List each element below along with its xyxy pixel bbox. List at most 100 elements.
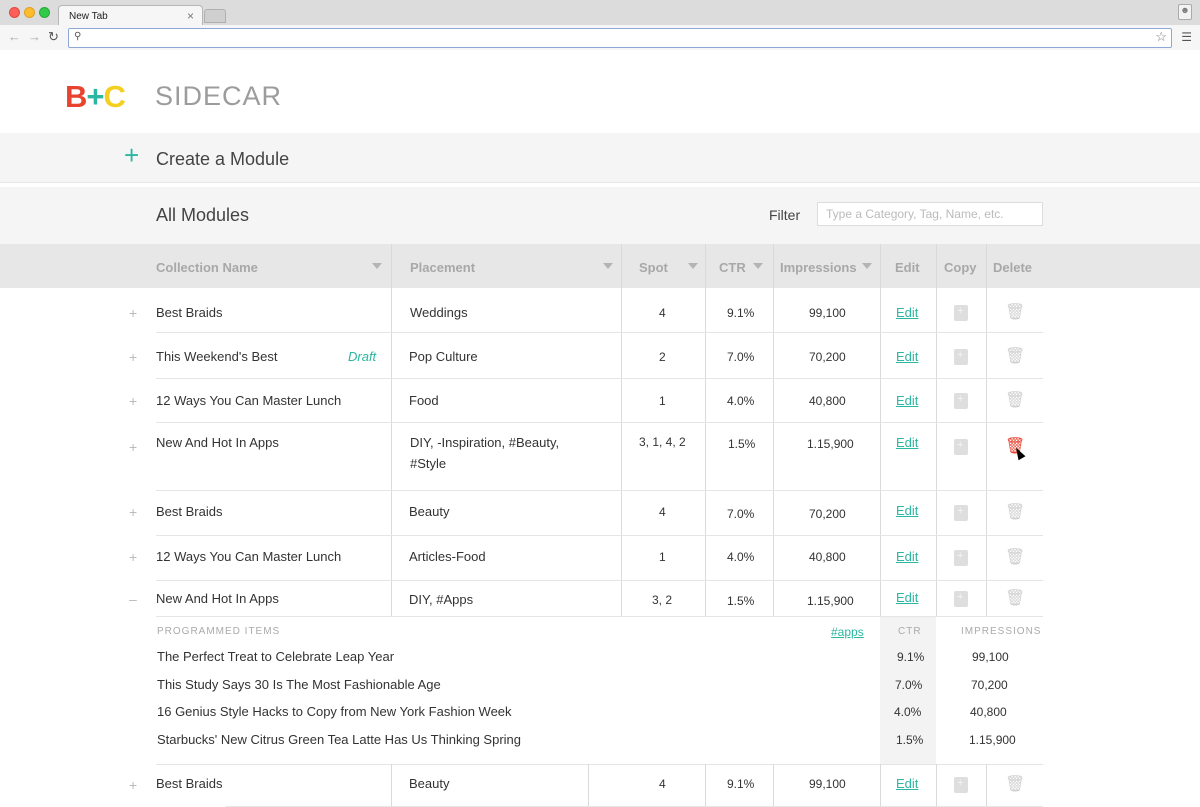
plus-icon[interactable]: + <box>124 140 139 171</box>
col-collection-name[interactable]: Collection Name <box>156 260 258 275</box>
col-delete: Delete <box>993 260 1033 275</box>
sort-caret-icon[interactable] <box>688 263 698 269</box>
browser-chrome: New Tab × ☻ ← → ↻ ⚲ ☆ ☰ <box>0 0 1200 50</box>
column-divider <box>621 244 622 617</box>
expand-icon[interactable]: + <box>129 549 137 565</box>
copy-icon[interactable] <box>954 777 968 793</box>
spot: 3, 2 <box>652 593 673 607</box>
new-tab-button[interactable] <box>204 9 226 23</box>
placement: Food <box>409 393 439 408</box>
expand-icon[interactable]: + <box>129 504 137 520</box>
minimize-window-button[interactable] <box>24 7 35 18</box>
programmed-item-title[interactable]: This Study Says 30 Is The Most Fashionab… <box>157 677 441 692</box>
spot: 4 <box>659 306 666 320</box>
impressions: 40,800 <box>809 550 846 564</box>
reload-icon[interactable]: ↻ <box>48 29 59 45</box>
row-divider <box>156 535 1043 536</box>
impressions: 99,100 <box>809 306 846 320</box>
ctr: 9.1% <box>727 777 755 791</box>
forward-arrow-icon[interactable]: → <box>28 29 41 44</box>
ctr: 7.0% <box>727 507 755 521</box>
back-arrow-icon[interactable]: ← <box>8 29 21 44</box>
programmed-item-impressions: 1.15,900 <box>969 733 1016 747</box>
programmed-item-impressions: 99,100 <box>972 650 1009 664</box>
sort-caret-icon[interactable] <box>603 263 613 269</box>
edit-link[interactable]: Edit <box>896 435 918 450</box>
sort-caret-icon[interactable] <box>862 263 872 269</box>
spot: 4 <box>659 505 666 519</box>
bookmark-star-icon[interactable]: ☆ <box>1155 29 1167 45</box>
col-ctr[interactable]: CTR <box>719 260 746 275</box>
spot: 4 <box>659 777 666 791</box>
menu-icon[interactable]: ☰ <box>1181 30 1192 44</box>
sort-caret-icon[interactable] <box>372 263 382 269</box>
edit-link[interactable]: Edit <box>896 393 918 408</box>
expand-icon[interactable]: + <box>129 305 137 321</box>
column-divider <box>773 764 774 807</box>
browser-tab[interactable]: New Tab × <box>58 5 203 26</box>
copy-icon[interactable] <box>954 505 968 521</box>
collection-name: This Weekend's Best <box>156 349 278 364</box>
placement-line-2: #Style <box>410 456 447 471</box>
column-divider <box>986 764 987 807</box>
expand-icon[interactable]: + <box>129 349 137 365</box>
brand-name: SIDECAR <box>155 81 283 111</box>
programmed-item-ctr: 1.5% <box>896 733 924 747</box>
row-divider <box>156 332 1043 333</box>
row-divider <box>156 764 1043 765</box>
edit-link[interactable]: Edit <box>896 305 918 320</box>
trash-icon[interactable]: 🗑 <box>1005 346 1025 366</box>
copy-icon[interactable] <box>954 591 968 607</box>
trash-icon[interactable]: 🗑 <box>1005 390 1025 410</box>
edit-link[interactable]: Edit <box>896 590 918 605</box>
col-placement[interactable]: Placement <box>410 260 475 275</box>
copy-icon[interactable] <box>954 550 968 566</box>
col-edit: Edit <box>895 260 920 275</box>
ctr: 9.1% <box>727 306 755 320</box>
edit-link[interactable]: Edit <box>896 503 918 518</box>
sort-caret-icon[interactable] <box>753 263 763 269</box>
column-divider <box>773 244 774 617</box>
trash-icon[interactable]: 🗑 <box>1005 502 1025 522</box>
impressions: 1.15,900 <box>807 437 854 451</box>
col-spot[interactable]: Spot <box>639 260 668 275</box>
filter-label: Filter <box>769 207 801 223</box>
edit-link[interactable]: Edit <box>896 549 918 564</box>
trash-icon[interactable]: 🗑 <box>1005 547 1025 567</box>
collapse-icon[interactable]: – <box>129 591 137 607</box>
copy-icon[interactable] <box>954 439 968 455</box>
trash-icon[interactable]: 🗑 <box>1005 774 1025 794</box>
expand-icon[interactable]: + <box>129 393 137 409</box>
expand-icon[interactable]: + <box>129 777 137 793</box>
ctr: 1.5% <box>728 437 756 451</box>
trash-icon[interactable]: 🗑 <box>1005 302 1025 322</box>
programmed-items-header: PROGRAMMED ITEMS <box>157 626 281 637</box>
impressions: 40,800 <box>809 394 846 408</box>
spot: 2 <box>659 350 666 364</box>
programmed-item-impressions: 40,800 <box>970 705 1007 719</box>
column-divider <box>588 764 589 807</box>
close-window-button[interactable] <box>9 7 20 18</box>
maximize-window-button[interactable] <box>39 7 50 18</box>
copy-icon[interactable] <box>954 305 968 321</box>
trash-icon[interactable]: 🗑 <box>1005 588 1025 608</box>
tag-link[interactable]: #apps <box>831 625 864 639</box>
placement: Articles-Food <box>409 549 486 564</box>
edit-link[interactable]: Edit <box>896 776 918 791</box>
address-bar[interactable]: ⚲ ☆ <box>68 28 1172 48</box>
programmed-item-title[interactable]: 16 Genius Style Hacks to Copy from New Y… <box>157 704 512 719</box>
filter-input[interactable] <box>817 202 1043 226</box>
programmed-item-ctr: 4.0% <box>894 705 922 719</box>
programmed-item-title[interactable]: The Perfect Treat to Celebrate Leap Year <box>157 649 394 664</box>
profile-icon[interactable]: ☻ <box>1178 4 1192 20</box>
edit-link[interactable]: Edit <box>896 349 918 364</box>
col-impressions[interactable]: Impressions <box>780 260 857 275</box>
expand-icon[interactable]: + <box>129 439 137 455</box>
column-divider <box>705 764 706 807</box>
copy-icon[interactable] <box>954 393 968 409</box>
tab-close-icon[interactable]: × <box>187 9 194 23</box>
spot: 3, 1, 4, 2 <box>639 435 686 449</box>
copy-icon[interactable] <box>954 349 968 365</box>
programmed-item-title[interactable]: Starbucks' New Citrus Green Tea Latte Ha… <box>157 732 521 747</box>
create-module-button[interactable]: Create a Module <box>156 149 289 170</box>
